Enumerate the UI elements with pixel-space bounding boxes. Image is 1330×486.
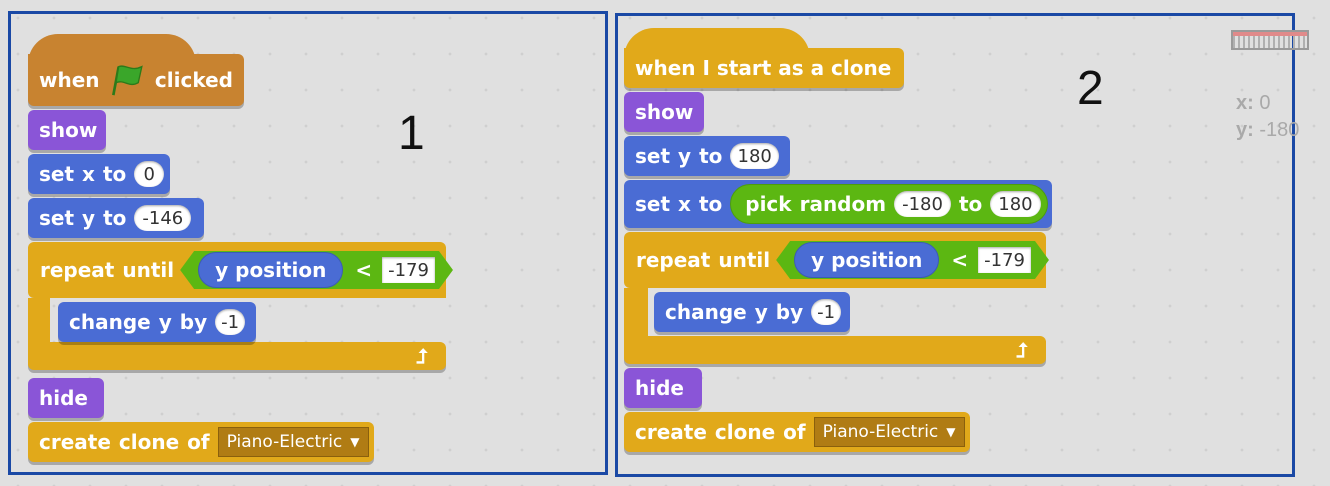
when-label: when (39, 68, 100, 92)
y-position-reporter[interactable]: y position (794, 242, 939, 278)
of-label: of (783, 420, 806, 444)
show-block[interactable]: show (28, 110, 106, 150)
to-label: to (699, 144, 723, 168)
sprite-dropdown[interactable]: Piano-Electric ▼ (217, 427, 369, 457)
y-coord-value: -180 (1259, 119, 1300, 141)
show-block[interactable]: show (624, 92, 704, 132)
set-x-block[interactable]: set x to 0 (28, 154, 170, 194)
create-clone-block[interactable]: create clone of Piano-Electric ▼ (28, 422, 374, 462)
set-x-value-input[interactable]: 0 (134, 161, 165, 187)
y-label: y (754, 300, 768, 324)
set-y-value-input[interactable]: -146 (134, 205, 192, 231)
set-label: set (39, 162, 75, 186)
y-position-reporter[interactable]: y position (198, 252, 343, 288)
less-than-predicate[interactable]: y position < -179 (776, 241, 1049, 279)
y-label: y (82, 206, 96, 230)
when-i-start-as-clone-block[interactable]: when I start as a clone (624, 48, 904, 88)
y-coord-label: y: (1236, 119, 1254, 141)
sprite-dropdown-value: Piano-Electric (226, 432, 343, 452)
loop-arrow-icon: ⮥ (1016, 338, 1028, 362)
when-clone-label: when I start as a clone (635, 56, 892, 80)
of-label: of (187, 430, 210, 454)
to-label: to (102, 162, 127, 186)
create-clone-block[interactable]: create clone of Piano-Electric ▼ (624, 412, 970, 452)
until-label: until (718, 248, 771, 272)
sprite-dropdown[interactable]: Piano-Electric ▼ (813, 417, 965, 447)
y-label: y (158, 310, 172, 334)
set-label: set (635, 192, 671, 216)
clone-label: clone (118, 430, 180, 454)
change-y-value-input[interactable]: -1 (215, 309, 246, 335)
loop-arrow-icon: ⮥ (416, 344, 428, 368)
chevron-down-icon: ▼ (946, 425, 956, 439)
when-flag-clicked-block[interactable]: when clicked (28, 54, 244, 106)
random-label: random (799, 192, 887, 216)
to-label: to (958, 192, 983, 216)
change-y-block[interactable]: change y by -1 (654, 292, 850, 332)
sprite-dropdown-value: Piano-Electric (822, 422, 939, 442)
change-y-block[interactable]: change y by -1 (58, 302, 256, 342)
x-coord-value: 0 (1259, 92, 1271, 114)
change-label: change (69, 310, 151, 334)
create-label: create (39, 430, 111, 454)
clone-label: clone (714, 420, 776, 444)
change-label: change (665, 300, 747, 324)
set-y-value-input[interactable]: 180 (730, 143, 779, 169)
random-from-input[interactable]: -180 (894, 191, 951, 217)
pick-label: pick (745, 192, 792, 216)
pick-random-reporter[interactable]: pick random -180 to 180 (730, 184, 1048, 224)
random-to-input[interactable]: 180 (990, 191, 1041, 217)
hide-block[interactable]: hide (28, 378, 104, 418)
x-coord-label: x: (1236, 92, 1254, 114)
less-than-operator: < (951, 248, 969, 272)
by-label: by (179, 310, 208, 334)
set-y-block[interactable]: set y to 180 (624, 136, 790, 176)
set-x-block[interactable]: set x to pick random -180 to 180 (624, 180, 1052, 228)
set-label: set (635, 144, 671, 168)
hide-label: hide (635, 376, 684, 400)
clicked-label: clicked (154, 68, 233, 92)
less-than-operator: < (355, 258, 373, 282)
change-y-value-input[interactable]: -1 (811, 299, 842, 325)
repeat-threshold-input[interactable]: -179 (978, 247, 1031, 273)
repeat-label: repeat (636, 248, 711, 272)
show-label: show (39, 118, 98, 142)
panel-2-number: 2 (1077, 62, 1104, 115)
to-label: to (698, 192, 723, 216)
until-label: until (122, 258, 175, 282)
x-label: x (82, 162, 95, 186)
repeat-label: repeat (40, 258, 115, 282)
panel-1-number: 1 (398, 107, 425, 160)
create-label: create (635, 420, 707, 444)
hide-label: hide (39, 386, 88, 410)
to-label: to (103, 206, 127, 230)
green-flag-icon (111, 65, 143, 96)
chevron-down-icon: ▼ (350, 435, 360, 449)
hide-block[interactable]: hide (624, 368, 702, 408)
less-than-predicate[interactable]: y position < -179 (180, 251, 453, 289)
set-y-block[interactable]: set y to -146 (28, 198, 204, 238)
sprite-coordinates: x: 0 y: -180 (1236, 90, 1299, 144)
show-label: show (635, 100, 694, 124)
repeat-threshold-input[interactable]: -179 (382, 257, 435, 283)
by-label: by (775, 300, 804, 324)
x-label: x (678, 192, 691, 216)
set-label: set (39, 206, 75, 230)
y-label: y (678, 144, 692, 168)
stage-thumbnail-icon (1231, 30, 1309, 50)
